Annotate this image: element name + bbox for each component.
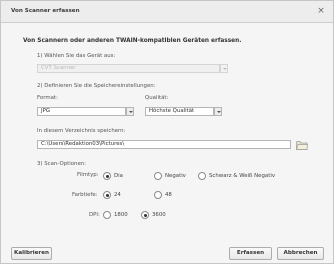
dpi-3600-radio[interactable]	[141, 211, 149, 219]
capture-button[interactable]: Erfassen	[229, 247, 272, 260]
quality-dropdown-arrow-icon[interactable]	[214, 107, 222, 116]
filmtyp-sw-negativ-radio[interactable]	[198, 172, 206, 180]
format-select[interactable]: JPG	[37, 107, 126, 116]
dpi-1800-radio[interactable]	[103, 211, 111, 219]
filmtyp-dia-label: Dia	[114, 173, 123, 179]
directory-input[interactable]: C:\Users\Redaktion03\Pictures\	[37, 140, 291, 149]
device-select[interactable]: CVT Scanner	[37, 64, 220, 73]
directory-label: In diesem Verzeichnis speichern:	[37, 128, 126, 134]
dpi-3600-label: 3600	[152, 212, 166, 218]
filmtyp-label: Filmtyp:	[77, 172, 99, 178]
dialog-title: Von Scanner erfassen	[11, 8, 80, 14]
storage-step-label: 2) Definieren Sie die Speichereinstellun…	[37, 83, 156, 89]
filmtyp-dia-radio[interactable]	[103, 172, 111, 180]
scanner-dialog: Von Scanner erfassen × Von Scannern oder…	[0, 0, 334, 264]
format-label: Format:	[37, 95, 58, 101]
farbtiefe-48-radio[interactable]	[154, 191, 162, 199]
farbtiefe-24-label: 24	[114, 192, 121, 198]
filmtyp-sw-negativ-label: Schwarz & Weiß Negativ	[209, 173, 276, 179]
close-icon[interactable]: ×	[315, 5, 327, 17]
dpi-1800-label: 1800	[114, 212, 128, 218]
format-dropdown-arrow-icon[interactable]	[126, 107, 134, 116]
calibrate-button[interactable]: Kalibrieren	[11, 247, 52, 260]
farbtiefe-48-label: 48	[165, 192, 172, 198]
scan-options-label: 3) Scan-Optionen:	[37, 161, 86, 167]
quality-select[interactable]: Höchste Qualität	[145, 107, 214, 116]
quality-label: Qualität:	[145, 95, 169, 101]
farbtiefe-24-radio[interactable]	[103, 191, 111, 199]
cancel-button[interactable]: Abbrechen	[277, 247, 324, 260]
title-bar: Von Scanner erfassen ×	[1, 1, 333, 23]
folder-icon[interactable]	[296, 140, 308, 150]
device-step-label: 1) Wählen Sie das Gerät aus:	[37, 53, 116, 59]
farbtiefe-label: Farbtiefe:	[72, 192, 98, 198]
dialog-heading: Von Scannern oder anderen TWAIN-kompatib…	[23, 38, 242, 44]
filmtyp-negativ-label: Negativ	[165, 173, 186, 179]
filmtyp-negativ-radio[interactable]	[154, 172, 162, 180]
dpi-label: DPI:	[89, 212, 100, 218]
device-dropdown-arrow-icon[interactable]	[220, 64, 228, 73]
